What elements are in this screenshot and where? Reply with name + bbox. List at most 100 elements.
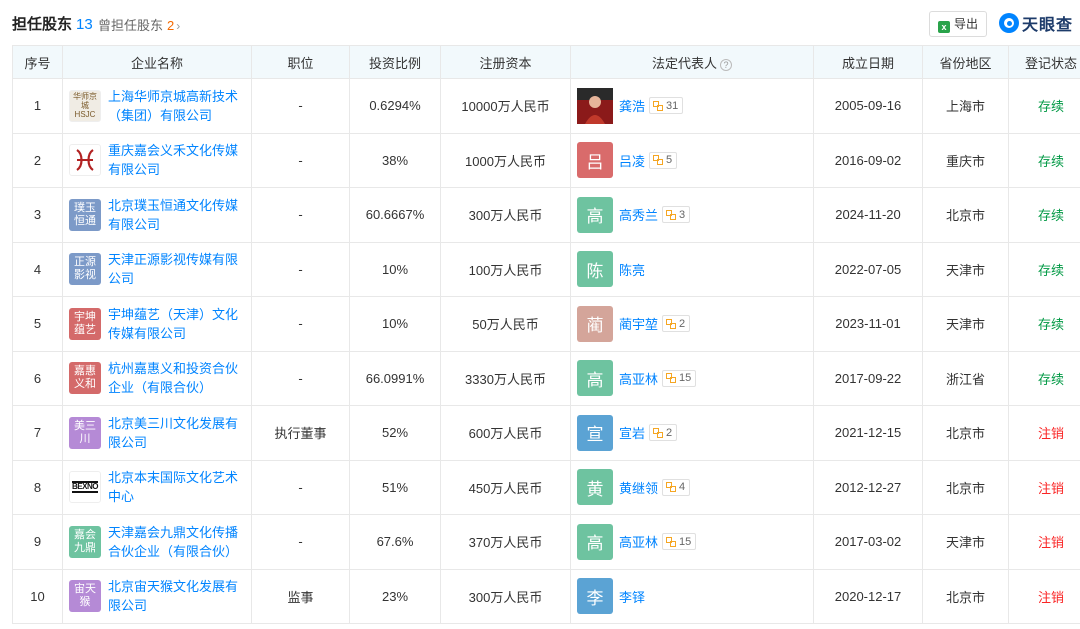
col-header-company: 企业名称 [62, 45, 252, 79]
company-name-link[interactable]: 天津正源影视传媒有限公司 [108, 250, 238, 288]
legal-rep-cell: 高高秀兰 3 [570, 187, 814, 243]
status-badge: 注销 [1008, 568, 1080, 624]
avatar[interactable]: 吕 [577, 142, 613, 179]
legal-rep-link[interactable]: 吕凌 [619, 151, 645, 170]
logo-text: BEXNO [72, 481, 98, 494]
status-badge: 存续 [1008, 296, 1080, 352]
related-companies-badge[interactable]: 15 [662, 533, 697, 551]
avatar[interactable] [577, 87, 613, 124]
position: - [251, 132, 350, 188]
related-companies-badge[interactable]: 31 [649, 97, 684, 115]
col-header-index: 序号 [12, 45, 63, 79]
avatar[interactable]: 高 [577, 360, 613, 397]
former-count: 2 [167, 18, 175, 33]
company-name-link[interactable]: 北京本末国际文化艺术中心 [108, 468, 238, 506]
help-icon[interactable]: ? [720, 58, 732, 71]
link-icon [666, 536, 677, 547]
link-icon [666, 318, 677, 329]
company-name-link[interactable]: 北京宙天猴文化发展有限公司 [108, 577, 238, 615]
brand-logo[interactable]: 天眼查 [999, 11, 1073, 35]
avatar[interactable]: 蔺 [577, 305, 613, 342]
region: 上海市 [922, 78, 1009, 134]
legal-rep-link[interactable]: 高亚林 [619, 369, 658, 388]
row-index: 8 [12, 459, 63, 515]
related-count: 15 [679, 535, 692, 548]
company-name-link[interactable]: 杭州嘉惠义和投资合伙企业（有限合伙） [108, 359, 238, 397]
investment-ratio: 10% [349, 296, 441, 352]
col-header-ratio: 投资比例 [349, 45, 441, 79]
company-cell: 宇坤蕴艺 宇坤蕴艺（天津）文化传媒有限公司 [62, 296, 252, 352]
avatar-initial: 高 [586, 370, 604, 390]
company-logo[interactable]: 璞玉恒通 [69, 198, 101, 231]
related-companies-badge[interactable]: 3 [662, 206, 691, 224]
avatar[interactable]: 陈 [577, 251, 613, 288]
avatar[interactable]: 黄 [577, 469, 613, 506]
avatar-initial: 陈 [586, 261, 604, 281]
company-name-link[interactable]: 北京璞玉恒通文化传媒有限公司 [108, 196, 238, 234]
table-row: 1 华师京城 HSJC 上海华师京城高新技术（集团）有限公司 -0.6294% 1000… [12, 78, 1080, 134]
table-row: 8 BEXNO 北京本末国际文化艺术中心 -51% 450万人民币黄黄继领 4 2012-1… [12, 459, 1080, 515]
registered-capital: 10000万人民币 [440, 78, 571, 134]
col-header-status: 登记状态 [1008, 45, 1080, 79]
legal-rep-link[interactable]: 高亚林 [619, 532, 658, 551]
table-row: 4 正源影视 天津正源影视传媒有限公司 -10% 100万人民币陈陈亮 2022-07-0… [12, 241, 1080, 297]
related-companies-badge[interactable]: 2 [662, 315, 691, 333]
investment-ratio: 51% [349, 459, 441, 515]
avatar[interactable]: 宣 [577, 414, 613, 451]
eye-logo-icon [999, 13, 1019, 33]
legal-rep-link[interactable]: 黄继领 [619, 478, 658, 497]
related-companies-badge[interactable]: 2 [649, 424, 678, 442]
company-logo[interactable]: 正源影视 [69, 253, 101, 286]
company-name-link[interactable]: 重庆嘉会义禾文化传媒有限公司 [108, 141, 238, 179]
company-name-link[interactable]: 上海华师京城高新技术（集团）有限公司 [108, 87, 238, 125]
founded-date: 2016-09-02 [813, 132, 923, 188]
table-row: 10 宙天猴 北京宙天猴文化发展有限公司 监事 23% 300万人民币李李铎 2020-12… [12, 568, 1080, 624]
legal-rep-link[interactable]: 龚浩 [619, 96, 645, 115]
legal-rep-link[interactable]: 蔺宇堃 [619, 314, 658, 333]
col-header-date: 成立日期 [813, 45, 923, 79]
legal-rep-cell: 黄黄继领 4 [570, 459, 814, 515]
company-logo[interactable]: 嘉会九鼎 [69, 525, 101, 558]
company-name-link[interactable]: 北京美三川文化发展有限公司 [108, 414, 238, 452]
company-name-link[interactable]: 天津嘉会九鼎文化传播合伙企业（有限合伙） [108, 523, 238, 561]
region: 重庆市 [922, 132, 1009, 188]
company-name-link[interactable]: 宇坤蕴艺（天津）文化传媒有限公司 [108, 305, 238, 343]
row-index: 7 [12, 405, 63, 461]
company-cell: 嘉会九鼎 天津嘉会九鼎文化传播合伙企业（有限合伙） [62, 514, 252, 570]
legal-rep-link[interactable]: 李铎 [619, 587, 645, 606]
related-companies-badge[interactable]: 4 [662, 478, 691, 496]
status-badge: 存续 [1008, 78, 1080, 134]
investment-ratio: 23% [349, 568, 441, 624]
company-logo[interactable]: 华师京城 HSJC [69, 89, 101, 122]
investment-ratio: 66.0991% [349, 350, 441, 406]
former-shareholder-link[interactable]: 曾担任股东 2 › [98, 15, 180, 34]
legal-rep-link[interactable]: 高秀兰 [619, 205, 658, 224]
avatar-initial: 黄 [586, 479, 604, 499]
position: - [251, 514, 350, 570]
region: 北京市 [922, 459, 1009, 515]
related-companies-badge[interactable]: 15 [662, 369, 697, 387]
company-logo[interactable]: 嘉惠义和 [69, 362, 101, 395]
investment-ratio: 67.6% [349, 514, 441, 570]
status-badge: 存续 [1008, 241, 1080, 297]
company-logo[interactable]: 美三川 [69, 416, 101, 449]
col-header-legal-rep: 法定代表人? [570, 45, 814, 79]
company-logo[interactable] [69, 144, 101, 177]
company-cell: 重庆嘉会义禾文化传媒有限公司 [62, 132, 252, 188]
region: 天津市 [922, 241, 1009, 297]
avatar[interactable]: 高 [577, 523, 613, 560]
related-companies-badge[interactable]: 5 [649, 151, 678, 169]
row-index: 1 [12, 78, 63, 134]
company-logo[interactable]: 宇坤蕴艺 [69, 307, 101, 340]
legal-rep-link[interactable]: 陈亮 [619, 260, 645, 279]
export-button[interactable]: x 导出 [929, 11, 987, 37]
company-logo[interactable]: BEXNO [69, 471, 101, 504]
avatar[interactable]: 高 [577, 196, 613, 233]
legal-rep-link[interactable]: 宣岩 [619, 423, 645, 442]
table-row: 7 美三川 北京美三川文化发展有限公司 执行董事 52% 600万人民币宣宣岩 2 2021-… [12, 405, 1080, 461]
table-row: 2 重庆嘉会义禾文化传媒有限公司 -38% 1000万人民币吕吕凌 5 2016-09-0… [12, 132, 1080, 188]
related-count: 31 [666, 99, 679, 112]
avatar[interactable]: 李 [577, 578, 613, 615]
company-logo[interactable]: 宙天猴 [69, 580, 101, 613]
former-label: 曾担任股东 [98, 18, 164, 33]
